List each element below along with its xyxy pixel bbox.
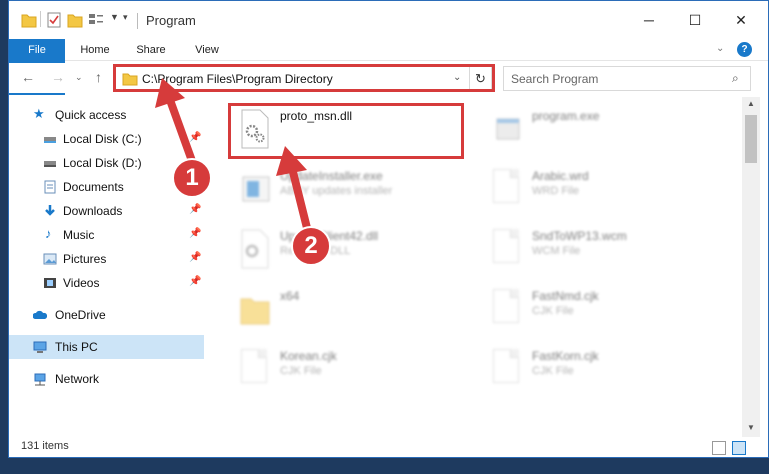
arrow-2-head [276, 146, 307, 176]
annotation-arrows [155, 78, 312, 233]
arrow-2-shaft [288, 167, 312, 233]
annotation-badge-1: 1 [172, 158, 212, 198]
annotation-badge-2: 2 [291, 226, 331, 266]
